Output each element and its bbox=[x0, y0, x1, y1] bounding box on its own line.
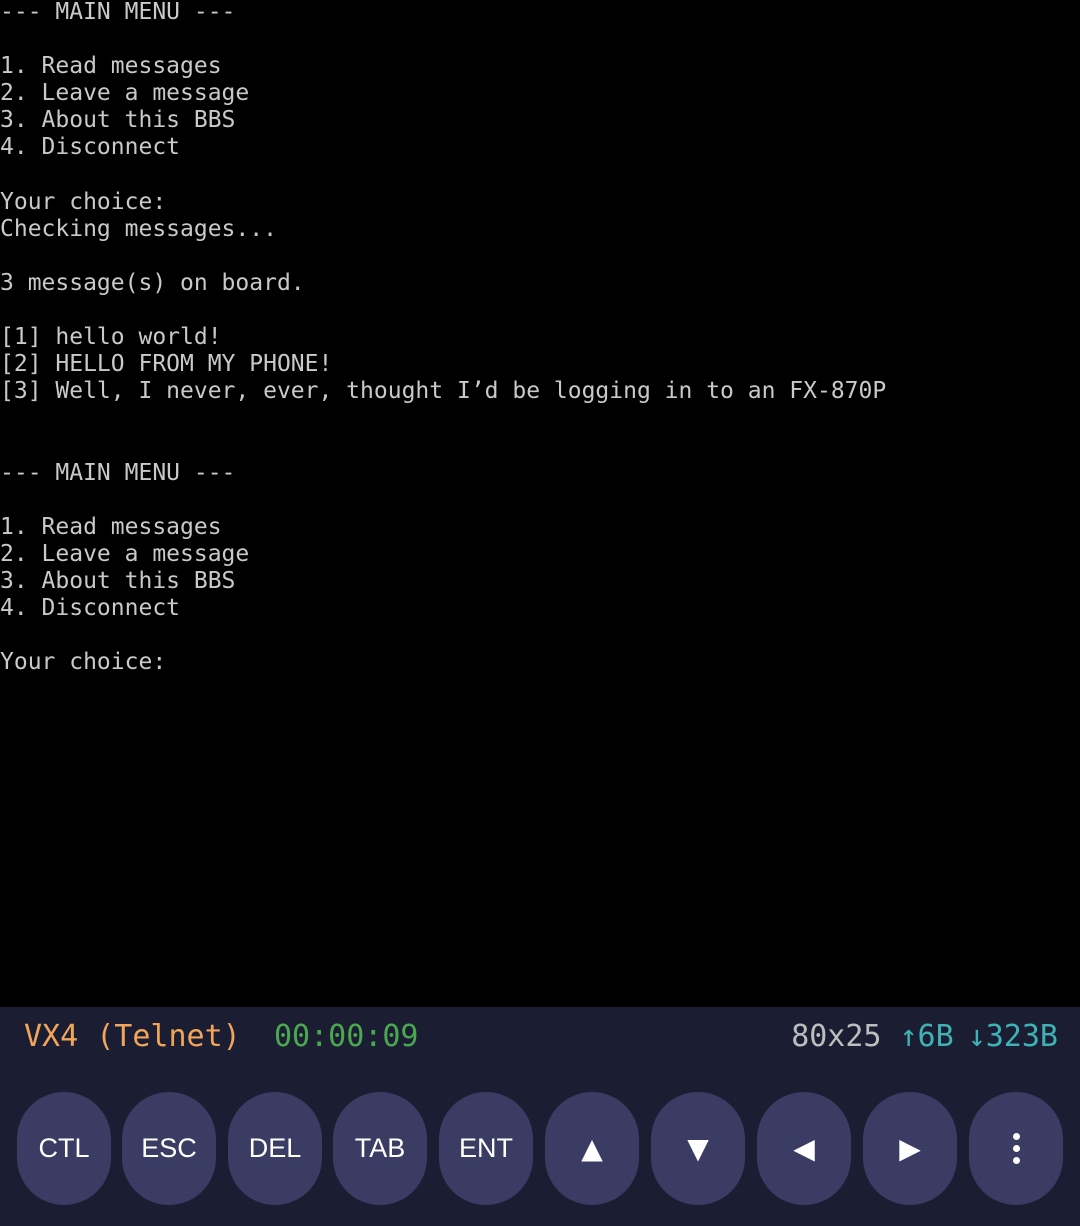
terminal-line: [1] hello world! bbox=[0, 324, 222, 351]
session-host-label: VX4 (Telnet) bbox=[24, 1019, 241, 1054]
arrow-left-button[interactable]: ◀ bbox=[757, 1092, 851, 1205]
terminal-line: Checking messages... bbox=[0, 215, 277, 242]
terminal-line: 3. About this BBS bbox=[0, 567, 236, 594]
terminal-line: 3 message(s) on board. bbox=[0, 269, 305, 296]
terminal-line: Your choice: bbox=[0, 188, 167, 215]
arrow-right-button[interactable]: ▶ bbox=[863, 1092, 957, 1205]
bytes-received-label: ↓323B bbox=[967, 1019, 1058, 1054]
arrow-down-icon: ▼ bbox=[687, 1132, 709, 1165]
tab-key-button[interactable]: TAB bbox=[333, 1092, 427, 1205]
terminal-line: --- MAIN MENU --- bbox=[0, 0, 236, 25]
terminal-line: 1. Read messages bbox=[0, 53, 222, 80]
terminal-line: Your choice: bbox=[0, 649, 167, 676]
session-stats: 80x25 ↑6B ↓323B bbox=[791, 1019, 1058, 1054]
terminal-line: --- MAIN MENU --- bbox=[0, 459, 236, 486]
terminal-line: [2] HELLO FROM MY PHONE! bbox=[0, 351, 333, 378]
arrow-left-icon: ◀ bbox=[793, 1132, 815, 1165]
terminal-screen[interactable]: --- MAIN MENU --- 1. Read messages 2. Le… bbox=[0, 0, 1080, 1007]
terminal-line: [3] Well, I never, ever, thought I’d be … bbox=[0, 378, 887, 405]
terminal-line: 2. Leave a message bbox=[0, 540, 250, 567]
terminal-line: 1. Read messages bbox=[0, 513, 222, 540]
more-vertical-icon bbox=[1012, 1133, 1020, 1164]
more-options-button[interactable] bbox=[969, 1092, 1063, 1205]
terminal-line: 4. Disconnect bbox=[0, 134, 181, 161]
terminal-line: 4. Disconnect bbox=[0, 595, 181, 622]
terminal-app: --- MAIN MENU --- 1. Read messages 2. Le… bbox=[0, 0, 1080, 1226]
arrow-right-icon: ▶ bbox=[899, 1132, 921, 1165]
terminal-line: 3. About this BBS bbox=[0, 107, 236, 134]
del-key-button[interactable]: DEL bbox=[228, 1092, 322, 1205]
terminal-size-label: 80x25 bbox=[791, 1019, 882, 1054]
arrow-up-icon: ▲ bbox=[581, 1132, 603, 1165]
session-status-bar: VX4 (Telnet) 00:00:09 80x25 ↑6B ↓323B bbox=[0, 1007, 1080, 1069]
bytes-sent-label: ↑6B bbox=[899, 1019, 954, 1054]
enter-key-button[interactable]: ENT bbox=[439, 1092, 533, 1205]
esc-key-button[interactable]: ESC bbox=[122, 1092, 216, 1205]
session-timer: 00:00:09 bbox=[274, 1019, 419, 1054]
arrow-down-button[interactable]: ▼ bbox=[651, 1092, 745, 1205]
arrow-up-button[interactable]: ▲ bbox=[545, 1092, 639, 1205]
special-keys-bar: CTL ESC DEL TAB ENT ▲ ▼ ◀ ▶ bbox=[0, 1069, 1080, 1226]
ctl-key-button[interactable]: CTL bbox=[17, 1092, 111, 1205]
terminal-line: 2. Leave a message bbox=[0, 80, 250, 107]
